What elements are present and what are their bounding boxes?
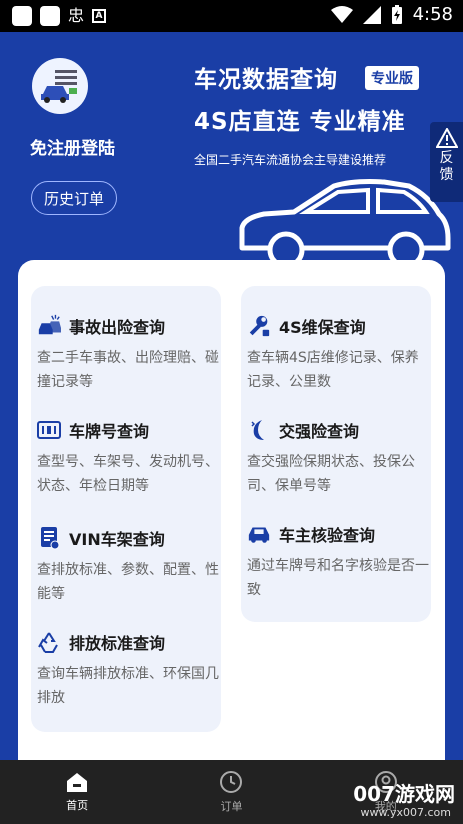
feature-description: 通过车牌号和名字核验是否一致: [247, 558, 429, 598]
license-plate-icon: [37, 418, 61, 442]
notification-icon: [12, 6, 32, 26]
feature-column-right: 4S维保查询 查车辆4S店维修记录、保养记录、公里数 交强险查询 查交强险保期状…: [241, 286, 431, 622]
wrench-icon: [247, 314, 271, 338]
clock-time: 4:58: [412, 4, 453, 25]
nav-home-label: 首页: [66, 799, 89, 812]
feature-title: 排放标准查询: [69, 634, 166, 653]
watermark: 007游戏网: [353, 782, 455, 806]
watermark-url: www.yx007.com: [360, 806, 451, 819]
feature-title: 事故出险查询: [69, 318, 166, 337]
status-bar: 忠 A 4:58: [0, 0, 463, 32]
feature-insurance-query[interactable]: 交强险查询 查交强险保期状态、投保公司、保单号等: [241, 418, 431, 498]
feature-emission-query[interactable]: 排放标准查询 查询车辆排放标准、环保国几排放: [31, 630, 221, 710]
feature-description: 查车辆4S店维修记录、保养记录、公里数: [247, 350, 419, 390]
battery-icon: [391, 4, 402, 24]
feature-description: 查型号、车架号、发动机号、状态、年检日期等: [37, 454, 219, 494]
feature-title: 交强险查询: [279, 422, 360, 441]
car-outline-icon: [239, 179, 451, 268]
feature-description: 查询车辆排放标准、环保国几排放: [37, 666, 219, 706]
hero-title-2: 4S店直连 专业精准: [194, 109, 406, 135]
nav-home[interactable]: 首页: [0, 760, 154, 824]
clock-icon: [220, 771, 243, 793]
hero-title: 车况数据查询: [194, 67, 338, 93]
feedback-button[interactable]: 反馈: [430, 122, 463, 202]
feature-plate-query[interactable]: 车牌号查询 查型号、车架号、发动机号、状态、年检日期等: [31, 418, 221, 498]
app-notification-icon: 忠: [68, 6, 85, 25]
wifi-icon: [330, 5, 353, 23]
insurance-icon: [247, 418, 271, 442]
vin-document-icon: [37, 526, 61, 550]
history-orders-button[interactable]: 历史订单: [31, 181, 117, 215]
car-avatar-icon: [41, 70, 77, 103]
feature-description: 查交强险保期状态、投保公司、保单号等: [247, 454, 415, 494]
hero-banner: 免注册登陆 历史订单 车况数据查询 专业版 4S店直连 专业精准 全国二手汽车流…: [0, 32, 463, 292]
home-icon: [67, 773, 88, 792]
feature-4s-maintenance-query[interactable]: 4S维保查询 查车辆4S店维修记录、保养记录、公里数: [241, 314, 431, 394]
recycle-icon: [37, 630, 61, 654]
avatar[interactable]: [32, 58, 88, 114]
login-label[interactable]: 免注册登陆: [30, 134, 115, 159]
hero-subtitle: 全国二手汽车流通协会主导建设推荐: [194, 153, 387, 167]
feature-description: 查二手车事故、出险理赔、碰撞记录等: [37, 350, 219, 390]
feature-vin-query[interactable]: VIN车架查询 查排放标准、参数、配置、性能等: [31, 526, 221, 606]
feature-owner-verify-query[interactable]: 车主核验查询 通过车牌号和名字核验是否一致: [241, 522, 431, 602]
feature-accident-query[interactable]: 事故出险查询 查二手车事故、出险理赔、碰撞记录等: [31, 314, 221, 394]
warning-icon: [435, 128, 458, 148]
a-icon: A: [92, 9, 107, 23]
features-panel: 事故出险查询 查二手车事故、出险理赔、碰撞记录等 车牌号查询 查型号、车架号、发…: [18, 260, 445, 760]
nav-orders[interactable]: 订单: [154, 760, 308, 824]
car-owner-icon: [247, 522, 271, 546]
nav-orders-label: 订单: [220, 800, 243, 813]
accident-car-icon: [37, 314, 61, 338]
signal-icon: [362, 5, 381, 24]
feature-title: 车主核验查询: [279, 526, 376, 545]
feature-column-left: 事故出险查询 查二手车事故、出险理赔、碰撞记录等 车牌号查询 查型号、车架号、发…: [31, 286, 221, 732]
pro-badge: 专业版: [365, 66, 419, 90]
feature-description: 查排放标准、参数、配置、性能等: [37, 562, 219, 602]
feature-title: 4S维保查询: [279, 318, 366, 337]
feature-title: VIN车架查询: [69, 530, 165, 549]
feedback-label: 反馈: [439, 150, 454, 183]
notification-icon: [40, 6, 60, 26]
feature-title: 车牌号查询: [69, 422, 150, 441]
